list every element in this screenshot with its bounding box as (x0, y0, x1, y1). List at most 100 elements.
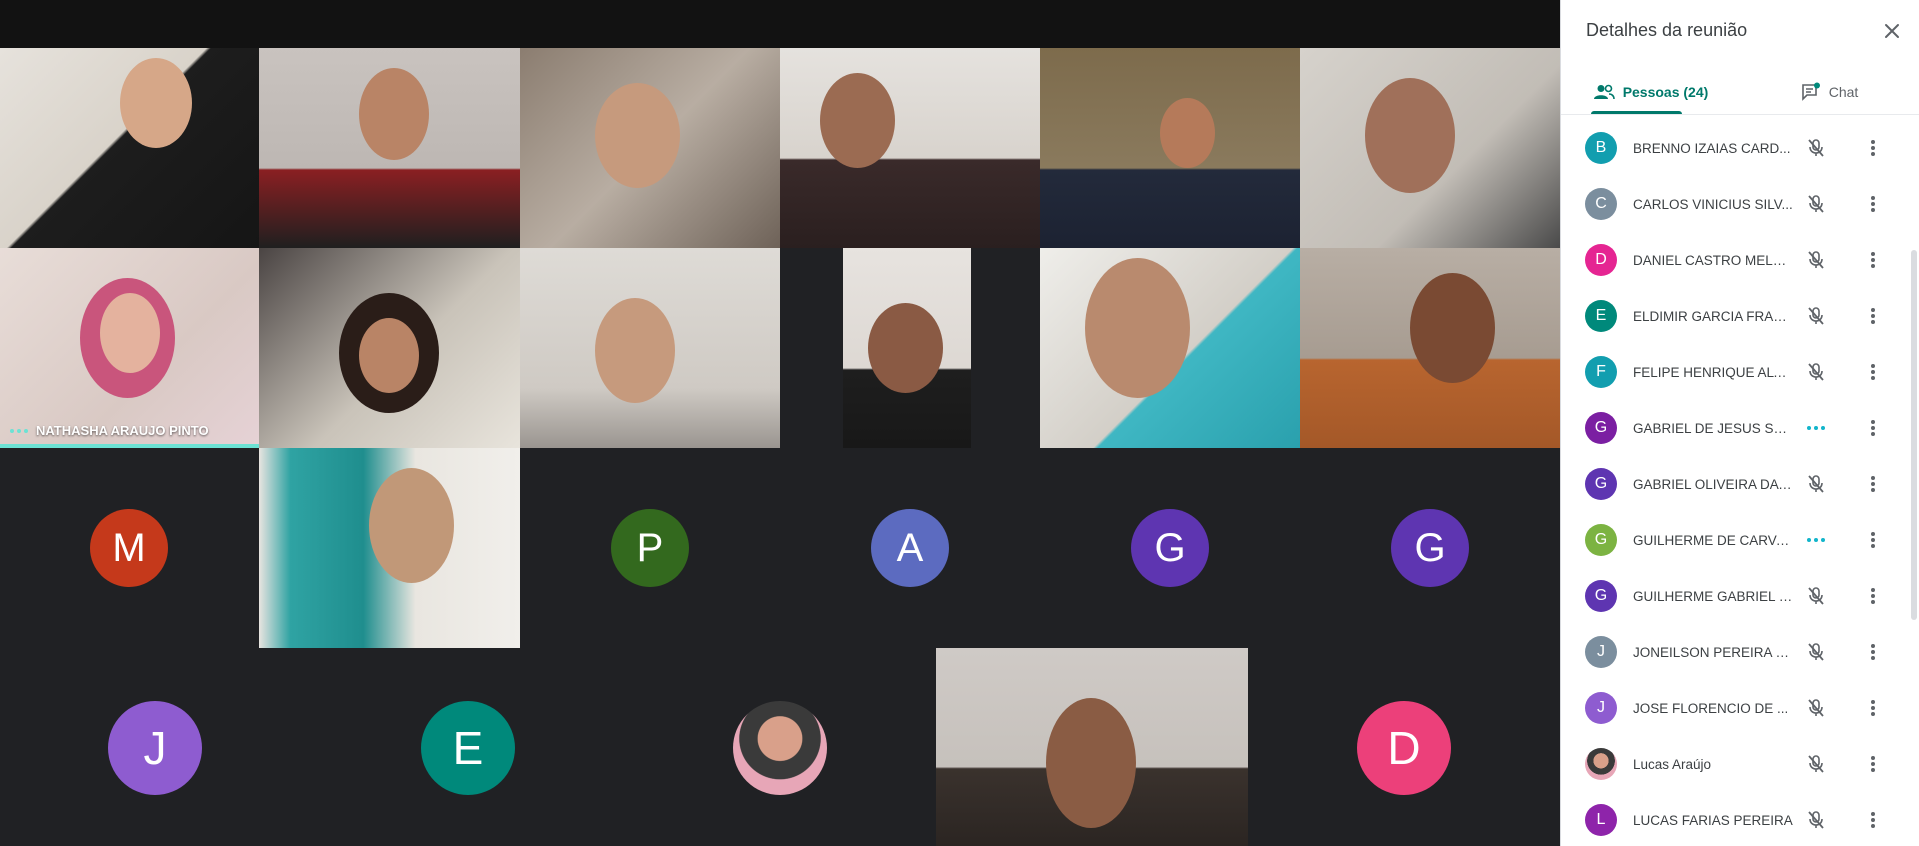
more-options-icon[interactable] (1861, 696, 1885, 720)
more-options-icon[interactable] (1861, 360, 1885, 384)
participant-list-item[interactable]: Lucas Araújo (1561, 736, 1901, 792)
participant-avatar: B (1585, 132, 1617, 164)
mic-off-icon[interactable] (1804, 136, 1828, 160)
more-options-icon[interactable] (1861, 752, 1885, 776)
avatar-initial: B (1595, 139, 1607, 156)
speaking-indicator-icon[interactable] (1804, 416, 1828, 440)
more-options-icon[interactable] (1861, 304, 1885, 328)
participant-list-item[interactable]: E ELDIMIR GARCIA FRAN... (1561, 288, 1901, 344)
participant-name: Lucas Araújo (1633, 756, 1712, 772)
participant-list-item[interactable]: D DANIEL CASTRO MELO... (1561, 232, 1901, 288)
participant-list-item[interactable]: G GABRIEL DE JESUS SAN... (1561, 400, 1901, 456)
participant-name: DANIEL CASTRO MELO... (1633, 252, 1793, 268)
avatar-initial: G (1594, 587, 1608, 604)
participant-name: JOSE FLORENCIO DE ... (1633, 700, 1789, 716)
participant-avatar: E (1585, 300, 1617, 332)
mic-off-icon[interactable] (1804, 360, 1828, 384)
participant-video-tile[interactable] (843, 248, 971, 448)
participant-name: FELIPE HENRIQUE ALVE... (1633, 364, 1793, 380)
participant-avatar: J (108, 701, 202, 795)
participant-face (595, 298, 675, 403)
participant-list-item[interactable]: F FELIPE HENRIQUE ALVE... (1561, 344, 1901, 400)
participant-video-tile[interactable] (520, 248, 780, 448)
participant-list-item[interactable]: G GUILHERME GABRIEL SI... (1561, 568, 1901, 624)
participant-avatar-tile[interactable]: E (312, 648, 624, 846)
mic-off-icon[interactable] (1804, 192, 1828, 216)
participant-avatar: G (1585, 580, 1617, 612)
participant-avatar-tile[interactable]: M (0, 448, 259, 648)
participant-video-tile[interactable] (259, 248, 520, 448)
participant-list-item[interactable]: J JONEILSON PEREIRA F... (1561, 624, 1901, 680)
participant-avatar: G (1391, 509, 1469, 587)
participant-video-tile[interactable]: NATHASHA ARAUJO PINTO (0, 248, 259, 448)
more-options-icon[interactable] (1861, 584, 1885, 608)
mic-off-icon[interactable] (1804, 584, 1828, 608)
avatar-initial: G (1594, 475, 1608, 492)
close-panel-button[interactable] (1879, 18, 1905, 44)
participant-name: LUCAS FARIAS PEREIRA (1633, 812, 1793, 828)
more-options-icon[interactable] (1861, 528, 1885, 552)
participant-list-item[interactable]: G GUILHERME DE CARVA... (1561, 512, 1901, 568)
participant-list-item[interactable]: L LUCAS FARIAS PEREIRA (1561, 792, 1901, 846)
mic-off-icon[interactable] (1804, 752, 1828, 776)
mic-off-icon[interactable] (1804, 472, 1828, 496)
participant-photo-avatar (1585, 748, 1617, 780)
top-bar (0, 0, 1560, 48)
participant-list-item[interactable]: B BRENNO IZAIAS CARD... (1561, 120, 1901, 176)
tab-chat[interactable]: Chat (1740, 70, 1919, 114)
participant-avatar-tile[interactable]: G (1300, 448, 1560, 648)
more-options-icon[interactable] (1861, 640, 1885, 664)
avatar-initial: A (896, 525, 924, 570)
more-options-icon[interactable] (1861, 136, 1885, 160)
mic-off-icon[interactable] (1804, 248, 1828, 272)
participant-video-tile[interactable] (936, 648, 1248, 846)
more-options-icon[interactable] (1861, 808, 1885, 832)
participant-avatar-tile[interactable] (624, 648, 936, 846)
participant-avatar-tile[interactable]: J (0, 648, 312, 846)
participant-avatar: C (1585, 188, 1617, 220)
participant-avatar: G (1585, 524, 1617, 556)
speaking-indicator-icon[interactable] (1804, 528, 1828, 552)
participant-name: ELDIMIR GARCIA FRAN... (1633, 308, 1793, 324)
participant-video-tile[interactable] (1300, 248, 1560, 448)
participant-list-item[interactable]: J JOSE FLORENCIO DE ... (1561, 680, 1901, 736)
participant-list-item[interactable]: C CARLOS VINICIUS SILV... (1561, 176, 1901, 232)
people-list: B BRENNO IZAIAS CARD... C CARLOS VINICIUS S… (1561, 120, 1919, 846)
participant-video (780, 48, 1040, 248)
more-options-icon[interactable] (1861, 472, 1885, 496)
participant-avatar-tile[interactable]: D (1248, 648, 1560, 846)
participant-avatar: J (1585, 636, 1617, 668)
participant-face (1365, 78, 1455, 193)
participant-video-tile[interactable] (1300, 48, 1560, 248)
chat-icon (1801, 82, 1820, 101)
mic-off-icon[interactable] (1804, 808, 1828, 832)
participant-face (868, 303, 943, 393)
participant-video-tile[interactable] (259, 48, 520, 248)
scrollbar[interactable] (1911, 250, 1917, 620)
participant-video-tile[interactable] (1040, 48, 1300, 248)
participant-avatar-tile[interactable]: G (1040, 448, 1300, 648)
participant-list-item[interactable]: G GABRIEL OLIVEIRA DA ... (1561, 456, 1901, 512)
participant-video-tile[interactable] (1040, 248, 1300, 448)
more-options-icon[interactable] (1861, 248, 1885, 272)
more-options-icon[interactable] (1861, 416, 1885, 440)
mic-off-icon[interactable] (1804, 640, 1828, 664)
tab-people[interactable]: Pessoas (24) (1561, 70, 1740, 114)
participant-avatar-tile[interactable]: A (780, 448, 1040, 648)
participant-avatar: A (871, 509, 949, 587)
mic-off-icon[interactable] (1804, 696, 1828, 720)
avatar-initial: D (1595, 251, 1607, 268)
more-options-icon[interactable] (1861, 192, 1885, 216)
participant-avatar: D (1357, 701, 1451, 795)
participant-face (359, 68, 429, 160)
participant-video-tile[interactable] (780, 48, 1040, 248)
participant-avatar-tile[interactable]: P (520, 448, 780, 648)
avatar-initial: J (1597, 699, 1605, 716)
participant-video-tile[interactable] (259, 448, 520, 648)
participant-name: BRENNO IZAIAS CARD... (1633, 140, 1791, 156)
participant-video-tile[interactable] (0, 48, 259, 248)
mic-off-icon[interactable] (1804, 304, 1828, 328)
participant-avatar: G (1585, 412, 1617, 444)
participant-video-tile[interactable] (520, 48, 780, 248)
close-icon (1885, 24, 1899, 38)
